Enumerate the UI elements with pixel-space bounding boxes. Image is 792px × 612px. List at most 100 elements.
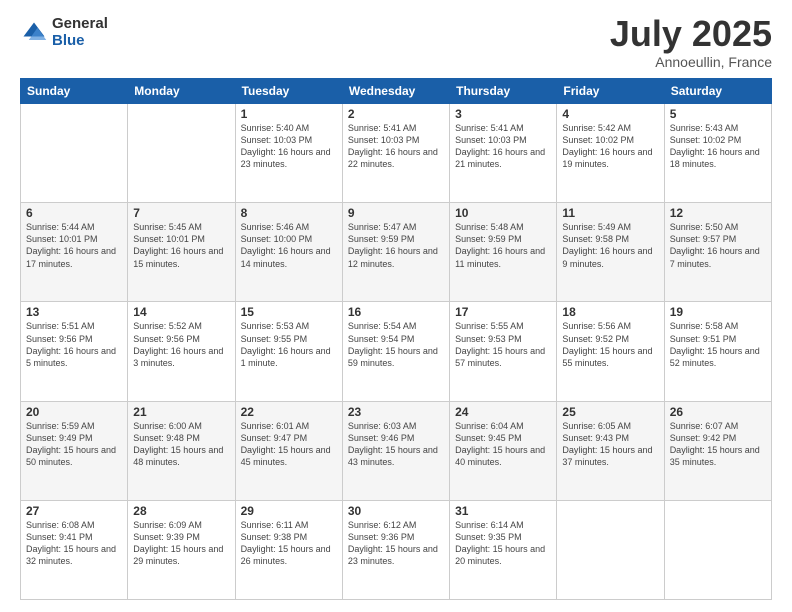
day-info: Sunrise: 5:50 AMSunset: 9:57 PMDaylight:… [670, 222, 760, 268]
day-number: 7 [133, 206, 229, 220]
day-info: Sunrise: 5:58 AMSunset: 9:51 PMDaylight:… [670, 321, 760, 367]
day-number: 23 [348, 405, 444, 419]
day-number: 5 [670, 107, 766, 121]
day-info: Sunrise: 6:11 AMSunset: 9:38 PMDaylight:… [241, 520, 331, 566]
day-number: 9 [348, 206, 444, 220]
day-number: 31 [455, 504, 551, 518]
logo: General Blue [20, 16, 108, 49]
day-info: Sunrise: 6:00 AMSunset: 9:48 PMDaylight:… [133, 421, 223, 467]
calendar-cell: 1 Sunrise: 5:40 AMSunset: 10:03 PMDaylig… [235, 104, 342, 203]
day-info: Sunrise: 6:12 AMSunset: 9:36 PMDaylight:… [348, 520, 438, 566]
day-number: 19 [670, 305, 766, 319]
calendar-cell [128, 104, 235, 203]
calendar-cell: 6 Sunrise: 5:44 AMSunset: 10:01 PMDaylig… [21, 203, 128, 302]
day-info: Sunrise: 6:09 AMSunset: 9:39 PMDaylight:… [133, 520, 223, 566]
day-info: Sunrise: 5:55 AMSunset: 9:53 PMDaylight:… [455, 321, 545, 367]
day-info: Sunrise: 5:41 AMSunset: 10:03 PMDaylight… [348, 123, 438, 169]
day-number: 8 [241, 206, 337, 220]
day-info: Sunrise: 6:03 AMSunset: 9:46 PMDaylight:… [348, 421, 438, 467]
day-number: 10 [455, 206, 551, 220]
day-info: Sunrise: 5:41 AMSunset: 10:03 PMDaylight… [455, 123, 545, 169]
day-info: Sunrise: 6:01 AMSunset: 9:47 PMDaylight:… [241, 421, 331, 467]
day-number: 1 [241, 107, 337, 121]
day-info: Sunrise: 5:43 AMSunset: 10:02 PMDaylight… [670, 123, 760, 169]
calendar-cell: 18 Sunrise: 5:56 AMSunset: 9:52 PMDaylig… [557, 302, 664, 401]
day-number: 17 [455, 305, 551, 319]
logo-text: General Blue [52, 16, 108, 49]
day-info: Sunrise: 5:52 AMSunset: 9:56 PMDaylight:… [133, 321, 223, 367]
day-info: Sunrise: 5:54 AMSunset: 9:54 PMDaylight:… [348, 321, 438, 367]
day-number: 22 [241, 405, 337, 419]
calendar-cell: 23 Sunrise: 6:03 AMSunset: 9:46 PMDaylig… [342, 401, 449, 500]
day-info: Sunrise: 6:05 AMSunset: 9:43 PMDaylight:… [562, 421, 652, 467]
day-number: 2 [348, 107, 444, 121]
calendar-week-2: 6 Sunrise: 5:44 AMSunset: 10:01 PMDaylig… [21, 203, 772, 302]
month-title: July 2025 [610, 16, 772, 52]
calendar-cell: 9 Sunrise: 5:47 AMSunset: 9:59 PMDayligh… [342, 203, 449, 302]
calendar-cell: 10 Sunrise: 5:48 AMSunset: 9:59 PMDaylig… [450, 203, 557, 302]
day-info: Sunrise: 5:51 AMSunset: 9:56 PMDaylight:… [26, 321, 116, 367]
day-info: Sunrise: 5:42 AMSunset: 10:02 PMDaylight… [562, 123, 652, 169]
calendar-table: Sunday Monday Tuesday Wednesday Thursday… [20, 78, 772, 600]
calendar-cell: 27 Sunrise: 6:08 AMSunset: 9:41 PMDaylig… [21, 500, 128, 599]
day-number: 4 [562, 107, 658, 121]
day-info: Sunrise: 5:47 AMSunset: 9:59 PMDaylight:… [348, 222, 438, 268]
header-friday: Friday [557, 79, 664, 104]
calendar-cell: 31 Sunrise: 6:14 AMSunset: 9:35 PMDaylig… [450, 500, 557, 599]
calendar-cell: 11 Sunrise: 5:49 AMSunset: 9:58 PMDaylig… [557, 203, 664, 302]
logo-icon [20, 19, 48, 47]
calendar-week-4: 20 Sunrise: 5:59 AMSunset: 9:49 PMDaylig… [21, 401, 772, 500]
header-thursday: Thursday [450, 79, 557, 104]
day-number: 29 [241, 504, 337, 518]
day-number: 27 [26, 504, 122, 518]
header-sunday: Sunday [21, 79, 128, 104]
calendar-cell: 17 Sunrise: 5:55 AMSunset: 9:53 PMDaylig… [450, 302, 557, 401]
calendar-cell: 22 Sunrise: 6:01 AMSunset: 9:47 PMDaylig… [235, 401, 342, 500]
day-info: Sunrise: 5:44 AMSunset: 10:01 PMDaylight… [26, 222, 116, 268]
calendar-week-3: 13 Sunrise: 5:51 AMSunset: 9:56 PMDaylig… [21, 302, 772, 401]
day-number: 15 [241, 305, 337, 319]
day-number: 30 [348, 504, 444, 518]
calendar-cell: 28 Sunrise: 6:09 AMSunset: 9:39 PMDaylig… [128, 500, 235, 599]
day-number: 21 [133, 405, 229, 419]
calendar-cell: 2 Sunrise: 5:41 AMSunset: 10:03 PMDaylig… [342, 104, 449, 203]
calendar-cell: 15 Sunrise: 5:53 AMSunset: 9:55 PMDaylig… [235, 302, 342, 401]
calendar-cell: 3 Sunrise: 5:41 AMSunset: 10:03 PMDaylig… [450, 104, 557, 203]
day-info: Sunrise: 5:46 AMSunset: 10:00 PMDaylight… [241, 222, 331, 268]
calendar-cell: 7 Sunrise: 5:45 AMSunset: 10:01 PMDaylig… [128, 203, 235, 302]
day-info: Sunrise: 5:40 AMSunset: 10:03 PMDaylight… [241, 123, 331, 169]
header-tuesday: Tuesday [235, 79, 342, 104]
day-number: 26 [670, 405, 766, 419]
header-monday: Monday [128, 79, 235, 104]
calendar-cell: 21 Sunrise: 6:00 AMSunset: 9:48 PMDaylig… [128, 401, 235, 500]
day-number: 13 [26, 305, 122, 319]
calendar-cell: 4 Sunrise: 5:42 AMSunset: 10:02 PMDaylig… [557, 104, 664, 203]
calendar-cell: 29 Sunrise: 6:11 AMSunset: 9:38 PMDaylig… [235, 500, 342, 599]
header-wednesday: Wednesday [342, 79, 449, 104]
page-header: General Blue July 2025 Annoeullin, Franc… [20, 16, 772, 70]
calendar-cell: 14 Sunrise: 5:52 AMSunset: 9:56 PMDaylig… [128, 302, 235, 401]
calendar-header-row: Sunday Monday Tuesday Wednesday Thursday… [21, 79, 772, 104]
day-info: Sunrise: 6:14 AMSunset: 9:35 PMDaylight:… [455, 520, 545, 566]
logo-general: General [52, 16, 108, 33]
calendar-cell: 12 Sunrise: 5:50 AMSunset: 9:57 PMDaylig… [664, 203, 771, 302]
calendar-cell: 20 Sunrise: 5:59 AMSunset: 9:49 PMDaylig… [21, 401, 128, 500]
calendar-cell: 24 Sunrise: 6:04 AMSunset: 9:45 PMDaylig… [450, 401, 557, 500]
calendar-week-1: 1 Sunrise: 5:40 AMSunset: 10:03 PMDaylig… [21, 104, 772, 203]
calendar-cell [557, 500, 664, 599]
day-number: 11 [562, 206, 658, 220]
calendar-cell: 5 Sunrise: 5:43 AMSunset: 10:02 PMDaylig… [664, 104, 771, 203]
day-info: Sunrise: 5:49 AMSunset: 9:58 PMDaylight:… [562, 222, 652, 268]
day-info: Sunrise: 5:53 AMSunset: 9:55 PMDaylight:… [241, 321, 331, 367]
logo-blue: Blue [52, 33, 108, 50]
day-number: 20 [26, 405, 122, 419]
day-number: 28 [133, 504, 229, 518]
day-number: 3 [455, 107, 551, 121]
calendar-cell [664, 500, 771, 599]
day-number: 24 [455, 405, 551, 419]
day-number: 14 [133, 305, 229, 319]
day-number: 6 [26, 206, 122, 220]
calendar-cell: 25 Sunrise: 6:05 AMSunset: 9:43 PMDaylig… [557, 401, 664, 500]
calendar-cell: 16 Sunrise: 5:54 AMSunset: 9:54 PMDaylig… [342, 302, 449, 401]
day-number: 18 [562, 305, 658, 319]
